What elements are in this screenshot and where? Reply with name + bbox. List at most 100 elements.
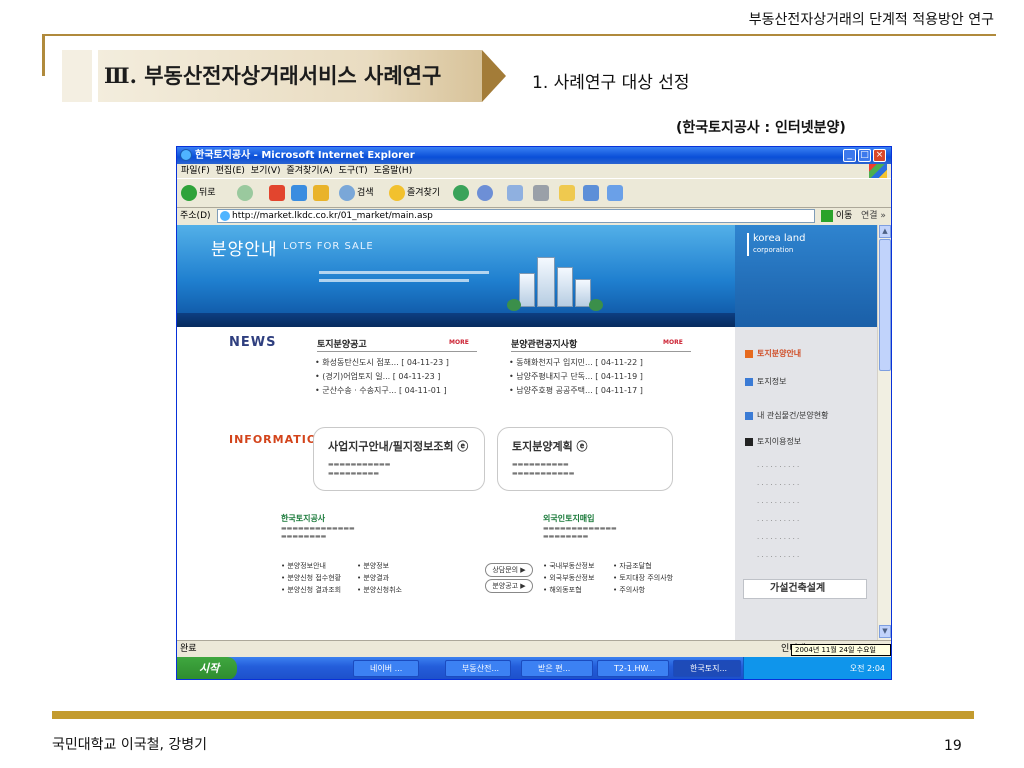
menu-edit[interactable]: 편집(E): [216, 166, 245, 176]
side-submenu-item[interactable]: · · · · · · · · · ·: [757, 553, 799, 561]
mail-button[interactable]: [507, 184, 525, 202]
news-title: • 동해화천지구 입지민...: [509, 358, 593, 367]
district-info-text: ▬▬▬▬▬▬▬▬▬▬▬ ▬▬▬▬▬▬▬▬▬: [328, 461, 391, 477]
news-row[interactable]: • 남양주호평 공공주택... [ 04-11-17 ]: [509, 385, 643, 396]
close-button[interactable]: ×: [873, 149, 886, 162]
menu-view[interactable]: 보기(V): [251, 166, 281, 176]
side-menu-item-land-info[interactable]: 토지정보: [745, 375, 869, 389]
news-section-label: NEWS: [229, 335, 277, 350]
news-date: [ 04-11-23 ]: [392, 372, 441, 381]
menu-tools[interactable]: 도구(T): [339, 166, 368, 176]
news-title: • 남양주평내지구 단독...: [509, 372, 593, 381]
side-menu-item-lot-sale[interactable]: 토지분양안내: [745, 347, 869, 361]
lot-sale-plan-box[interactable]: 토지분양계획 ⓔ ▬▬▬▬▬▬▬▬▬▬ ▬▬▬▬▬▬▬▬▬▬▬: [497, 427, 673, 491]
bottom-link[interactable]: • 분양신청 접수현황: [281, 573, 341, 583]
news-date: [ 04-11-19 ]: [595, 372, 643, 381]
more-link[interactable]: MORE: [663, 339, 683, 346]
side-submenu-item[interactable]: · · · · · · · · · ·: [757, 463, 799, 471]
more-link[interactable]: MORE: [449, 339, 469, 346]
favorites-label: 즐겨찾기: [407, 188, 441, 198]
korea-land-logo[interactable]: korea land corporation: [735, 225, 877, 327]
bottom-link[interactable]: • 분양정보: [357, 561, 389, 571]
research-button[interactable]: [607, 184, 625, 202]
bottom-link[interactable]: • 해외동포협: [543, 585, 582, 595]
minimize-button[interactable]: _: [843, 149, 856, 162]
go-button[interactable]: 이동: [821, 209, 857, 223]
bottom-link[interactable]: • 분양신청 결과조회: [281, 585, 341, 595]
menu-help[interactable]: 도움말(H): [374, 166, 413, 176]
news-row[interactable]: • (경기)어업토지 일... [ 04-11-23 ]: [315, 371, 440, 382]
news-row[interactable]: • 군산수송 · 수송지구... [ 04-11-01 ]: [315, 385, 447, 396]
scroll-down-arrow[interactable]: ▼: [879, 625, 891, 638]
address-bar: 주소(D) http://market.lkdc.co.kr/01_market…: [177, 208, 891, 224]
side-submenu-item[interactable]: · · · · · · · · · ·: [757, 481, 799, 489]
bottom-link[interactable]: • 자금조달협: [613, 561, 652, 571]
news-row[interactable]: • 남양주평내지구 단독... [ 04-11-19 ]: [509, 371, 643, 382]
logo-line-1: korea land: [753, 233, 806, 244]
links-button[interactable]: 연결 »: [861, 208, 886, 224]
address-input[interactable]: http://market.lkdc.co.kr/01_market/main.…: [217, 209, 815, 223]
vertical-scrollbar[interactable]: ▲ ▼: [877, 225, 891, 640]
bottom-link[interactable]: • 분양결과: [357, 573, 389, 583]
bottom-link[interactable]: • 분양신청취소: [357, 585, 402, 595]
hero-text-line: [319, 271, 489, 274]
lot-sale-plan-title: 토지분양계획 ⓔ: [512, 440, 588, 453]
taskbar-item[interactable]: 네이버 ...: [353, 660, 419, 677]
folder-button[interactable]: [559, 184, 577, 202]
black-square-icon: [745, 437, 753, 446]
bottom-link[interactable]: • 토지대장 주의사항: [613, 573, 673, 583]
taskbar-item[interactable]: 받은 편...: [521, 660, 593, 677]
side-menu-item-my-items[interactable]: 내 관심물건/분양현황: [745, 409, 869, 423]
news-row[interactable]: • 동해화천지구 입지민... [ 04-11-22 ]: [509, 357, 643, 368]
blue-square-icon: [745, 411, 753, 420]
messenger-button[interactable]: [583, 184, 601, 202]
status-bar: 완료 인터넷: [177, 640, 891, 657]
district-info-box[interactable]: 사업지구안내/필지정보조회 ⓔ ▬▬▬▬▬▬▬▬▬▬▬ ▬▬▬▬▬▬▬▬▬: [313, 427, 485, 491]
bottom-link[interactable]: • 분양정보안내: [281, 561, 326, 571]
menu-bar: 파일(F) 편집(E) 보기(V) 즐겨찾기(A) 도구(T) 도움말(H): [177, 164, 891, 178]
taskbar-item[interactable]: T2-1.HW...: [597, 660, 669, 677]
maximize-button[interactable]: □: [858, 149, 871, 162]
menu-file[interactable]: 파일(F): [181, 166, 210, 176]
side-submenu-item[interactable]: · · · · · · · · · ·: [757, 535, 799, 543]
stop-button[interactable]: [269, 184, 287, 202]
source-note: (한국토지공사 : 인터넷분양): [676, 120, 846, 136]
windows-flag-icon: [869, 164, 887, 178]
news-row[interactable]: • 화성동탄신도시 점포... [ 04-11-23 ]: [315, 357, 449, 368]
right-side-menu: 토지분양안내 토지정보 내 관심물건/분양현황 토지이용정보 · · · · ·…: [735, 327, 877, 640]
side-menu-item-land-use[interactable]: 토지이용정보: [745, 435, 869, 449]
consult-button[interactable]: 상담문의 ▶: [485, 563, 533, 577]
notice-button[interactable]: 분양공고 ▶: [485, 579, 533, 593]
taskbar-item-active[interactable]: 한국토지...: [673, 660, 741, 677]
side-menu-label: 토지분양안내: [757, 349, 802, 358]
side-menu-label: 토지이용정보: [757, 437, 802, 446]
start-button[interactable]: 시작: [177, 657, 237, 679]
print-button[interactable]: [533, 184, 551, 202]
bottom-link[interactable]: • 국내부동산정보: [543, 561, 594, 571]
news-date: [ 04-11-23 ]: [401, 358, 449, 367]
news-title: • 화성동탄신도시 점포...: [315, 358, 399, 367]
side-submenu-item[interactable]: · · · · · · · · · ·: [757, 517, 799, 525]
scroll-thumb[interactable]: [879, 239, 891, 371]
search-label: 검색: [357, 188, 374, 198]
news-date: [ 04-11-22 ]: [595, 358, 643, 367]
search-button[interactable]: 검색: [339, 184, 374, 202]
history-button[interactable]: [477, 184, 495, 202]
refresh-button[interactable]: [291, 184, 309, 202]
bottom-link[interactable]: • 주의사항: [613, 585, 645, 595]
forward-button[interactable]: [237, 184, 255, 202]
scroll-up-arrow[interactable]: ▲: [879, 225, 891, 238]
home-button[interactable]: [313, 184, 331, 202]
taskbar-item[interactable]: 부동산전...: [445, 660, 511, 677]
back-button[interactable]: 뒤로: [181, 184, 216, 202]
media-button[interactable]: [453, 184, 471, 202]
document-title: 부동산전자상거래의 단계적 적용방안 연구: [748, 12, 994, 28]
temporary-building-design-button[interactable]: 가설건축설계: [743, 579, 867, 599]
favorites-button[interactable]: 즐겨찾기: [389, 184, 440, 202]
side-submenu-item[interactable]: · · · · · · · · · ·: [757, 499, 799, 507]
window-title: 한국토지공사 - Microsoft Internet Explorer: [195, 150, 415, 161]
tree: [589, 299, 603, 311]
news-date: [ 04-11-17 ]: [595, 386, 643, 395]
bottom-link[interactable]: • 외국부동산정보: [543, 573, 594, 583]
menu-favorites[interactable]: 즐겨찾기(A): [286, 166, 332, 176]
